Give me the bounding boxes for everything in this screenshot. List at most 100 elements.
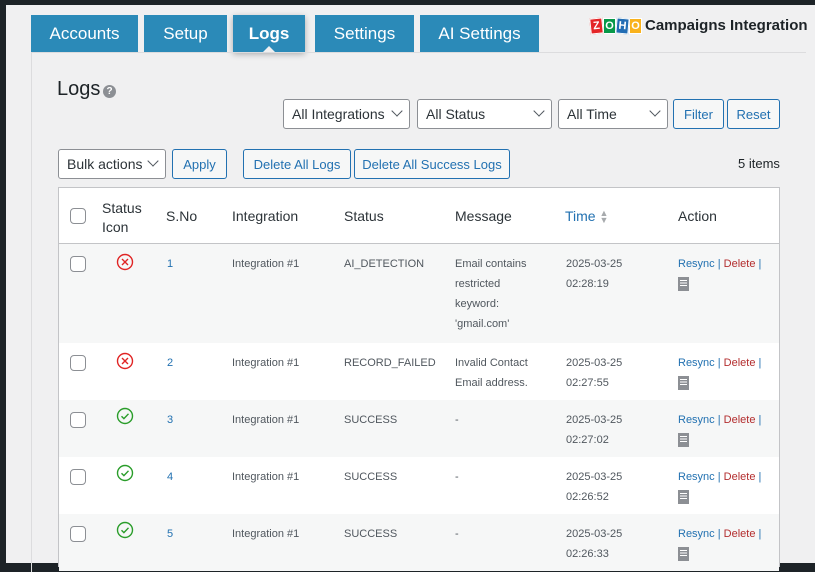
tab-accounts[interactable]: Accounts	[31, 15, 138, 52]
row-status: AI_DETECTION	[344, 258, 425, 270]
row-actions: Resync | Delete |	[678, 353, 761, 390]
items-count: 5 items	[738, 156, 780, 171]
success-check-icon	[116, 521, 134, 539]
view-details-icon[interactable]	[678, 376, 689, 390]
apply-button[interactable]: Apply	[172, 149, 227, 179]
delete-link[interactable]: Delete	[724, 471, 756, 483]
separator: |	[717, 471, 721, 483]
integration-filter-select[interactable]: All Integrations	[283, 99, 410, 129]
row-status: SUCCESS	[344, 414, 398, 426]
logs-table: Status Icon S.No Integration Status Messa…	[58, 187, 780, 571]
view-details-icon[interactable]	[678, 490, 689, 504]
col-sno: S.No	[166, 208, 198, 224]
table-header: Status Icon S.No Integration Status Messa…	[59, 188, 779, 244]
reset-button[interactable]: Reset	[727, 99, 780, 129]
row-checkbox[interactable]	[70, 355, 86, 371]
row-sno: 5	[167, 528, 174, 540]
delete-link[interactable]: Delete	[724, 414, 756, 426]
row-time: 2025-03-25 02:26:33	[566, 528, 623, 560]
select-all-checkbox[interactable]	[70, 208, 86, 224]
row-sno: 4	[167, 471, 174, 483]
row-time: 2025-03-25 02:26:52	[566, 471, 623, 503]
row-sno: 1	[167, 258, 174, 270]
sort-icon: ▲ ▼	[599, 208, 609, 226]
view-details-icon[interactable]	[678, 433, 689, 447]
time-filter-select[interactable]: All Time	[558, 99, 668, 129]
error-x-icon	[116, 352, 134, 370]
error-x-icon	[116, 253, 134, 271]
table-row: 2 Integration #1 RECORD_FAILED Invalid C…	[59, 343, 779, 400]
row-integration: Integration #1	[232, 471, 300, 483]
row-message: -	[455, 528, 459, 540]
col-status-icon: Status Icon	[102, 200, 142, 235]
row-sno: 3	[167, 414, 174, 426]
table-row: 1 Integration #1 AI_DETECTION Email cont…	[59, 244, 779, 343]
col-action: Action	[678, 208, 717, 224]
separator: |	[717, 414, 721, 426]
resync-link[interactable]: Resync	[678, 528, 715, 540]
col-status: Status	[344, 208, 384, 224]
chevron-down-icon	[649, 105, 661, 117]
delete-link[interactable]: Delete	[724, 528, 756, 540]
tab-settings[interactable]: Settings	[315, 15, 414, 52]
row-time: 2025-03-25 02:27:55	[566, 357, 623, 389]
row-integration: Integration #1	[232, 528, 300, 540]
chevron-down-icon	[147, 155, 159, 167]
separator: |	[758, 414, 762, 426]
row-status: RECORD_FAILED	[344, 357, 436, 369]
help-icon[interactable]: ?	[103, 85, 116, 98]
table-row: 5 Integration #1 SUCCESS - 2025-03-25 02:…	[59, 514, 779, 571]
resync-link[interactable]: Resync	[678, 414, 715, 426]
brand: Z O H O Campaigns Integration	[589, 16, 808, 35]
delete-link[interactable]: Delete	[724, 258, 756, 270]
col-integration: Integration	[232, 208, 299, 224]
col-time-sortable[interactable]: Time ▲ ▼	[565, 208, 609, 226]
success-check-icon	[116, 464, 134, 482]
row-time: 2025-03-25 02:28:19	[566, 258, 623, 290]
separator: |	[758, 471, 762, 483]
chevron-down-icon	[391, 105, 403, 117]
separator: |	[717, 258, 721, 270]
tab-logs[interactable]: Logs	[233, 15, 305, 52]
row-actions: Resync | Delete |	[678, 410, 761, 447]
filter-button[interactable]: Filter	[673, 99, 724, 129]
delete-all-success-logs-button[interactable]: Delete All Success Logs	[354, 149, 510, 179]
zoho-logo: Z O H O	[589, 16, 642, 35]
delete-link[interactable]: Delete	[724, 357, 756, 369]
row-sno: 2	[167, 357, 174, 369]
resync-link[interactable]: Resync	[678, 471, 715, 483]
resync-link[interactable]: Resync	[678, 258, 715, 270]
separator: |	[717, 528, 721, 540]
row-integration: Integration #1	[232, 357, 300, 369]
row-integration: Integration #1	[232, 258, 300, 270]
resync-link[interactable]: Resync	[678, 357, 715, 369]
separator: |	[758, 528, 762, 540]
brand-title: Campaigns Integration	[645, 17, 808, 34]
row-checkbox[interactable]	[70, 256, 86, 272]
table-row: 4 Integration #1 SUCCESS - 2025-03-25 02:…	[59, 457, 779, 514]
col-message: Message	[455, 208, 512, 224]
row-status: SUCCESS	[344, 471, 398, 483]
tab-setup[interactable]: Setup	[144, 15, 227, 52]
tab-ai-settings[interactable]: AI Settings	[420, 15, 539, 52]
row-checkbox[interactable]	[70, 412, 86, 428]
row-checkbox[interactable]	[70, 469, 86, 485]
row-message: Invalid Contact Email address.	[455, 357, 528, 389]
chevron-down-icon	[533, 105, 545, 117]
separator: |	[717, 357, 721, 369]
row-integration: Integration #1	[232, 414, 300, 426]
view-details-icon[interactable]	[678, 547, 689, 561]
row-status: SUCCESS	[344, 528, 398, 540]
page-title: Logs	[57, 78, 101, 100]
row-message: -	[455, 471, 459, 483]
table-row: 3 Integration #1 SUCCESS - 2025-03-25 02:…	[59, 400, 779, 457]
view-details-icon[interactable]	[678, 277, 689, 291]
separator: |	[758, 258, 762, 270]
row-checkbox[interactable]	[70, 526, 86, 542]
delete-all-logs-button[interactable]: Delete All Logs	[243, 149, 351, 179]
row-message: Email contains restricted keyword:'gmail.c…	[455, 258, 527, 330]
bulk-actions-select[interactable]: Bulk actions	[58, 149, 166, 179]
row-actions: Resync | Delete |	[678, 467, 761, 504]
status-filter-select[interactable]: All Status	[417, 99, 552, 129]
row-message: -	[455, 414, 459, 426]
